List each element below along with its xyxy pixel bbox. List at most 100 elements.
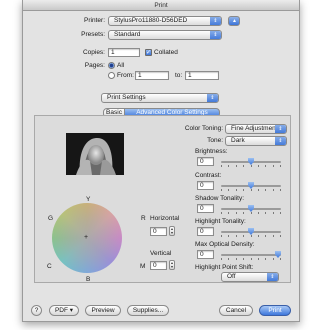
color-circle-label-y: Y xyxy=(86,196,91,203)
copies-field[interactable]: 1 xyxy=(108,48,140,57)
slider-tick xyxy=(280,165,281,167)
slider-tick xyxy=(243,212,244,214)
brightness-field[interactable]: 0 xyxy=(197,157,214,166)
slider-tick xyxy=(228,212,229,214)
horizontal-field[interactable]: 0 xyxy=(150,227,167,236)
max-optical-density-label: Max Optical Density: xyxy=(195,241,255,248)
slider-tick xyxy=(221,258,222,260)
shadow-tonality-field[interactable]: 0 xyxy=(197,204,214,213)
slider-tick xyxy=(251,212,252,214)
triangle-up-icon: ▲ xyxy=(232,18,237,24)
slider-tick xyxy=(243,189,244,191)
highlight-point-shift-popup[interactable]: Off ⇕ xyxy=(221,272,279,282)
brightness-slider[interactable] xyxy=(221,158,281,167)
slider-tick xyxy=(258,165,259,167)
slider-knob[interactable] xyxy=(248,158,254,165)
slider-tick xyxy=(228,235,229,237)
slider-tick xyxy=(251,189,252,191)
slider-tick xyxy=(273,212,274,214)
slider-tick xyxy=(236,235,237,237)
contrast-label: Contrast: xyxy=(195,172,222,179)
slider-knob[interactable] xyxy=(275,251,281,258)
contrast-slider[interactable] xyxy=(221,182,281,191)
printer-popup[interactable]: StylusPro11880-D56DED ⇕ xyxy=(108,16,222,26)
crosshair-icon: + xyxy=(84,234,89,241)
pages-all-radio[interactable] xyxy=(108,62,115,69)
slider-tick xyxy=(251,235,252,237)
pages-all-label: All xyxy=(117,62,125,69)
color-toning-popup[interactable]: Fine Adjustment ⇕ xyxy=(225,124,287,134)
slider-tick xyxy=(228,165,229,167)
vertical-field[interactable]: 0 xyxy=(150,261,167,270)
window-title: Print xyxy=(23,0,299,11)
tone-value: Dark xyxy=(231,137,245,144)
highlight-tonality-slider[interactable] xyxy=(221,228,281,237)
max-optical-density-slider[interactable] xyxy=(221,251,281,260)
popup-arrows-icon: ⇕ xyxy=(275,125,286,133)
color-toning-label: Color Toning: xyxy=(184,125,223,132)
vertical-stepper[interactable] xyxy=(169,260,175,270)
disclosure-button[interactable]: ▲ xyxy=(228,16,240,26)
slider-knob[interactable] xyxy=(248,182,254,189)
presets-popup[interactable]: Standard ⇕ xyxy=(108,30,222,40)
supplies-button[interactable]: Supplies... xyxy=(127,305,169,316)
printer-value: StylusPro11880-D56DED xyxy=(114,17,188,24)
collated-label: Collated xyxy=(154,49,178,56)
slider-knob[interactable] xyxy=(248,205,254,212)
printer-label: Printer: xyxy=(84,17,105,24)
slider-tick xyxy=(243,165,244,167)
help-icon: ? xyxy=(34,307,39,314)
slider-tick xyxy=(265,235,266,237)
slider-tick xyxy=(251,165,252,167)
slider-tick xyxy=(221,212,222,214)
slider-tick xyxy=(228,258,229,260)
slider-knob[interactable] xyxy=(248,228,254,235)
shadow-tonality-slider[interactable] xyxy=(221,205,281,214)
color-circle-label-r: R xyxy=(141,215,146,222)
color-toning-value: Fine Adjustment xyxy=(231,125,278,132)
slider-tick xyxy=(258,189,259,191)
slider-tick xyxy=(221,235,222,237)
tone-popup[interactable]: Dark ⇕ xyxy=(225,136,287,146)
highlight-point-shift-label: Highlight Point Shift: xyxy=(195,264,254,271)
highlight-point-shift-value: Off xyxy=(227,273,236,280)
cancel-button[interactable]: Cancel xyxy=(219,305,253,316)
preview-image xyxy=(66,133,124,175)
slider-tick xyxy=(258,235,259,237)
section-popup[interactable]: Print Settings ⇕ xyxy=(101,93,219,103)
slider-tick xyxy=(251,258,252,260)
slider-tick xyxy=(258,258,259,260)
pages-from-radio[interactable] xyxy=(108,72,115,79)
max-optical-density-field[interactable]: 0 xyxy=(197,250,214,259)
slider-tick xyxy=(273,189,274,191)
slider-tick xyxy=(280,235,281,237)
slider-tick xyxy=(236,165,237,167)
copies-label: Copies: xyxy=(82,49,105,56)
color-circle[interactable]: + xyxy=(52,203,122,273)
preview-button[interactable]: Preview xyxy=(85,305,121,316)
slider-tick xyxy=(243,235,244,237)
brightness-label: Brightness: xyxy=(195,148,228,155)
color-circle-label-b: B xyxy=(86,276,91,283)
slider-tick xyxy=(243,258,244,260)
pdf-button[interactable]: PDF ▾ xyxy=(49,305,79,316)
print-button[interactable]: Print xyxy=(259,305,291,316)
pages-from-field[interactable]: 1 xyxy=(135,71,169,80)
pages-to-field[interactable]: 1 xyxy=(185,71,219,80)
highlight-tonality-label: Highlight Tonality: xyxy=(195,218,246,225)
presets-value: Standard xyxy=(114,31,141,38)
shadow-tonality-label: Shadow Tonality: xyxy=(195,195,245,202)
collated-checkbox[interactable]: ✓ xyxy=(145,49,152,56)
highlight-tonality-field[interactable]: 0 xyxy=(197,227,214,236)
slider-tick xyxy=(258,212,259,214)
help-button[interactable]: ? xyxy=(31,305,42,316)
presets-label: Presets: xyxy=(81,31,105,38)
horizontal-stepper[interactable] xyxy=(169,226,175,236)
pages-to-label: to: xyxy=(175,72,183,79)
tone-label: Tone: xyxy=(207,137,223,144)
contrast-field[interactable]: 0 xyxy=(197,181,214,190)
section-value: Print Settings xyxy=(107,94,146,101)
slider-tick xyxy=(221,189,222,191)
slider-tick xyxy=(228,189,229,191)
slider-tick xyxy=(265,258,266,260)
